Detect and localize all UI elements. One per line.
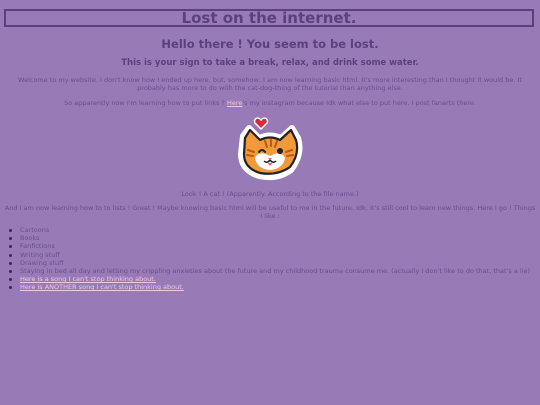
list-item-song-link: Here is ANOTHER song I can't stop thinki…	[9, 283, 532, 291]
list-item: Fanfictions	[9, 242, 532, 250]
links-text-after: 's my instagram because Idk what else to…	[242, 99, 476, 107]
list-item: Drawing stuff	[9, 259, 532, 267]
list-item: Books	[9, 234, 532, 242]
list-item: Staying in bed all day and letting my cr…	[9, 267, 532, 275]
list-item: Writing stuff	[9, 251, 532, 259]
song-link-1[interactable]: Here is a song I can't stop thinking abo…	[20, 275, 156, 283]
instagram-link[interactable]: Here	[227, 99, 242, 107]
cat-caption: Look ! A cat ! (Apparently. According to…	[181, 190, 359, 198]
lists-paragraph: And I am now learning how to to lists ! …	[4, 204, 536, 221]
list-item: Cartoons	[9, 226, 532, 234]
list-item-song-link: Here is a song I can't stop thinking abo…	[9, 275, 532, 283]
song-link-2[interactable]: Here is ANOTHER song I can't stop thinki…	[20, 283, 184, 291]
links-paragraph: So apparently now I'm learning how to pu…	[4, 99, 536, 107]
water-sign-heading: This is your sign to take a break, relax…	[121, 58, 419, 68]
likes-list: Cartoons Books Fanfictions Writing stuff…	[9, 226, 532, 292]
intro-paragraph: Welcome to my website. I don't know how …	[18, 76, 522, 93]
cat-face-with-heart-icon	[238, 117, 303, 181]
links-text-before: So apparently now I'm learning how to pu…	[64, 99, 227, 107]
greeting-heading: Hello there ! You seem to be lost.	[161, 37, 379, 51]
page-title: Lost on the internet.	[4, 9, 534, 27]
